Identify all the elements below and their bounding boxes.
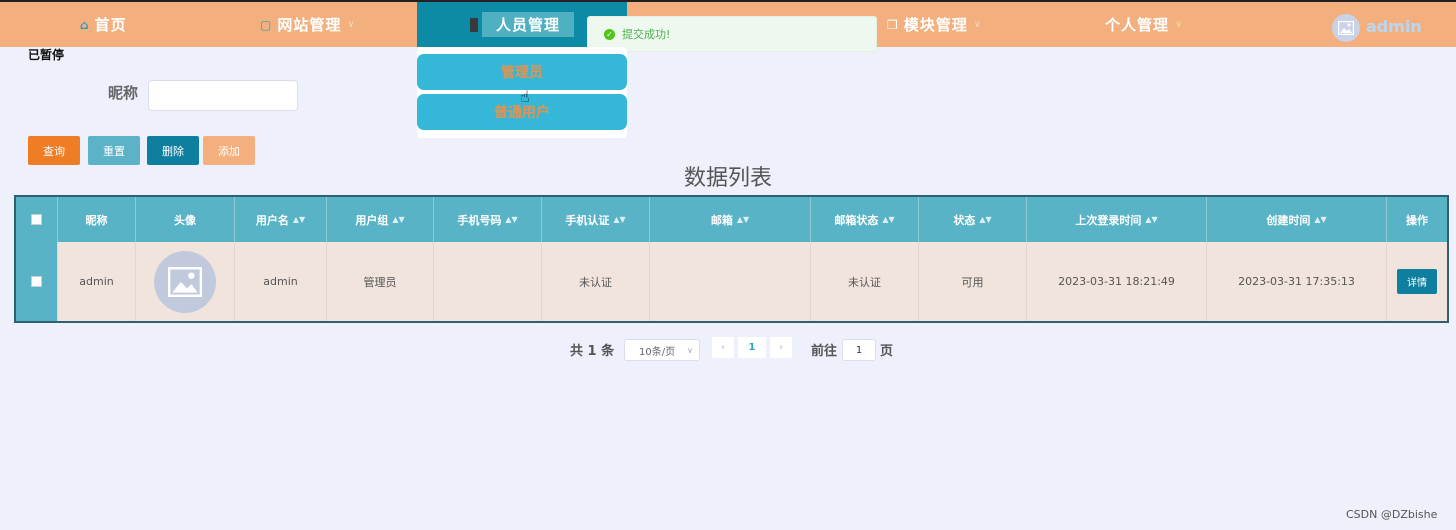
col-label: 用户名 [255, 213, 289, 227]
sort-icon[interactable]: ▲▼ [1145, 215, 1157, 224]
data-table: 昵称 头像 用户名 ▲▼ 用户组 ▲▼ 手机号码 ▲▼ 手机认证 ▲▼ 邮箱 ▲▼ 邮箱状… [14, 195, 1449, 323]
col-username[interactable]: 用户名 ▲▼ [235, 197, 327, 242]
check-circle-icon: ✓ [604, 28, 615, 40]
col-label: 创建时间 [1266, 213, 1311, 227]
col-label: 邮箱状态 [834, 213, 879, 227]
sort-icon[interactable]: ▲▼ [1314, 215, 1326, 224]
chevron-right-icon: › [779, 342, 783, 353]
nav-personal[interactable]: 个人管理 ∨ [1105, 2, 1183, 47]
chevron-down-icon: ∨ [973, 19, 983, 30]
cell-avatar [136, 242, 235, 321]
col-last-login[interactable]: 上次登录时间 ▲▼ [1027, 197, 1207, 242]
cell-group: 管理员 [327, 242, 434, 321]
nav-website-label: 网站管理 [277, 16, 342, 34]
col-avatar: 头像 [136, 197, 235, 242]
col-label: 手机号码 [457, 213, 502, 227]
chevron-down-icon: ∨ [687, 345, 693, 355]
col-label: 状态 [953, 213, 976, 227]
row-checkbox[interactable] [31, 276, 42, 287]
nickname-input[interactable] [148, 80, 298, 111]
sort-icon[interactable]: ▲▼ [392, 215, 404, 224]
col-status[interactable]: 状态 ▲▼ [919, 197, 1027, 242]
nav-people-label: 人员管理 [481, 12, 574, 37]
col-phone-verified[interactable]: 手机认证 ▲▼ [542, 197, 650, 242]
cell-phone [434, 242, 542, 321]
chevron-down-icon: ∨ [1175, 19, 1184, 30]
people-icon [469, 17, 478, 32]
cell-email [650, 242, 811, 321]
avatar [154, 250, 216, 313]
watermark: CSDN @DZbishe [1346, 508, 1438, 521]
cell-nickname: admin [58, 242, 136, 321]
col-label: 邮箱 [710, 213, 733, 227]
cell-username: admin [235, 242, 327, 321]
cell-phone-verified: 未认证 [542, 242, 650, 321]
next-page-button[interactable]: › [770, 337, 792, 358]
image-icon [1338, 21, 1354, 35]
page-size-select[interactable]: 10条/页 ∨ [624, 339, 700, 361]
col-phone[interactable]: 手机号码 ▲▼ [434, 197, 542, 242]
page-suffix: 页 [880, 344, 894, 359]
success-toast: ✓ 提交成功! [587, 16, 877, 52]
chevron-down-icon: ∨ [347, 19, 356, 30]
user-name[interactable]: admin [1366, 17, 1422, 36]
cell-last-login: 2023-03-31 18:21:49 [1027, 242, 1207, 321]
col-label: 头像 [174, 213, 196, 227]
sort-icon[interactable]: ▲▼ [613, 215, 625, 224]
status-text: 已暂停 [28, 48, 65, 62]
list-title: 数据列表 [683, 166, 772, 191]
sort-icon[interactable]: ▲▼ [737, 215, 749, 224]
nav-website[interactable]: ▢ 网站管理 ∨ [260, 2, 356, 47]
goto-label: 前往 [811, 344, 838, 359]
detail-button[interactable]: 详情 [1397, 269, 1437, 294]
sort-icon[interactable]: ▲▼ [293, 215, 305, 224]
col-label: 上次登录时间 [1075, 213, 1142, 227]
col-label: 操作 [1406, 213, 1428, 227]
col-email[interactable]: 邮箱 ▲▼ [650, 197, 811, 242]
nav-personal-label: 个人管理 [1105, 16, 1170, 34]
prev-page-button[interactable]: ‹ [712, 337, 734, 358]
sort-icon[interactable]: ▲▼ [505, 215, 517, 224]
user-avatar[interactable] [1332, 14, 1360, 42]
col-label: 昵称 [85, 213, 108, 227]
col-created[interactable]: 创建时间 ▲▼ [1207, 197, 1387, 242]
image-icon [168, 266, 202, 297]
nav-home[interactable]: ⌂ 首页 [80, 2, 127, 47]
nav-home-label: 首页 [94, 16, 127, 34]
nav-modules-label: 模块管理 [903, 16, 968, 34]
table-header: 昵称 头像 用户名 ▲▼ 用户组 ▲▼ 手机号码 ▲▼ 手机认证 ▲▼ 邮箱 ▲▼ 邮箱状… [16, 197, 1447, 242]
pagination-total: 共 1 条 [570, 344, 615, 359]
page-number[interactable]: 1 [738, 337, 766, 358]
goto-page-input[interactable]: 1 [842, 339, 876, 361]
sort-icon[interactable]: ▲▼ [979, 215, 991, 224]
col-label: 手机认证 [565, 213, 610, 227]
copy-icon: ❐ [887, 17, 899, 32]
nav-modules[interactable]: ❐ 模块管理 ∨ [887, 2, 982, 47]
cell-action: 详情 [1387, 242, 1447, 321]
nickname-label: 昵称 [108, 84, 139, 102]
toast-message: 提交成功! [622, 28, 671, 41]
monitor-icon: ▢ [260, 17, 273, 32]
row-select-cell [16, 242, 58, 321]
page-size-value: 10条/页 [639, 346, 676, 358]
hand-cursor-icon: ☝ [520, 87, 530, 106]
cell-status: 可用 [919, 242, 1027, 321]
cell-created: 2023-03-31 17:35:13 [1207, 242, 1387, 321]
select-all-cell [16, 197, 58, 242]
col-group[interactable]: 用户组 ▲▼ [327, 197, 434, 242]
col-label: 用户组 [355, 213, 389, 227]
select-all-checkbox[interactable] [31, 214, 42, 225]
col-action: 操作 [1387, 197, 1447, 242]
col-nickname: 昵称 [58, 197, 136, 242]
sort-icon[interactable]: ▲▼ [882, 215, 894, 224]
chevron-left-icon: ‹ [721, 342, 725, 353]
home-icon: ⌂ [80, 17, 90, 32]
cell-email-status: 未认证 [811, 242, 919, 321]
dropdown-item-admin[interactable]: 管理员 [417, 54, 627, 90]
col-email-status[interactable]: 邮箱状态 ▲▼ [811, 197, 919, 242]
